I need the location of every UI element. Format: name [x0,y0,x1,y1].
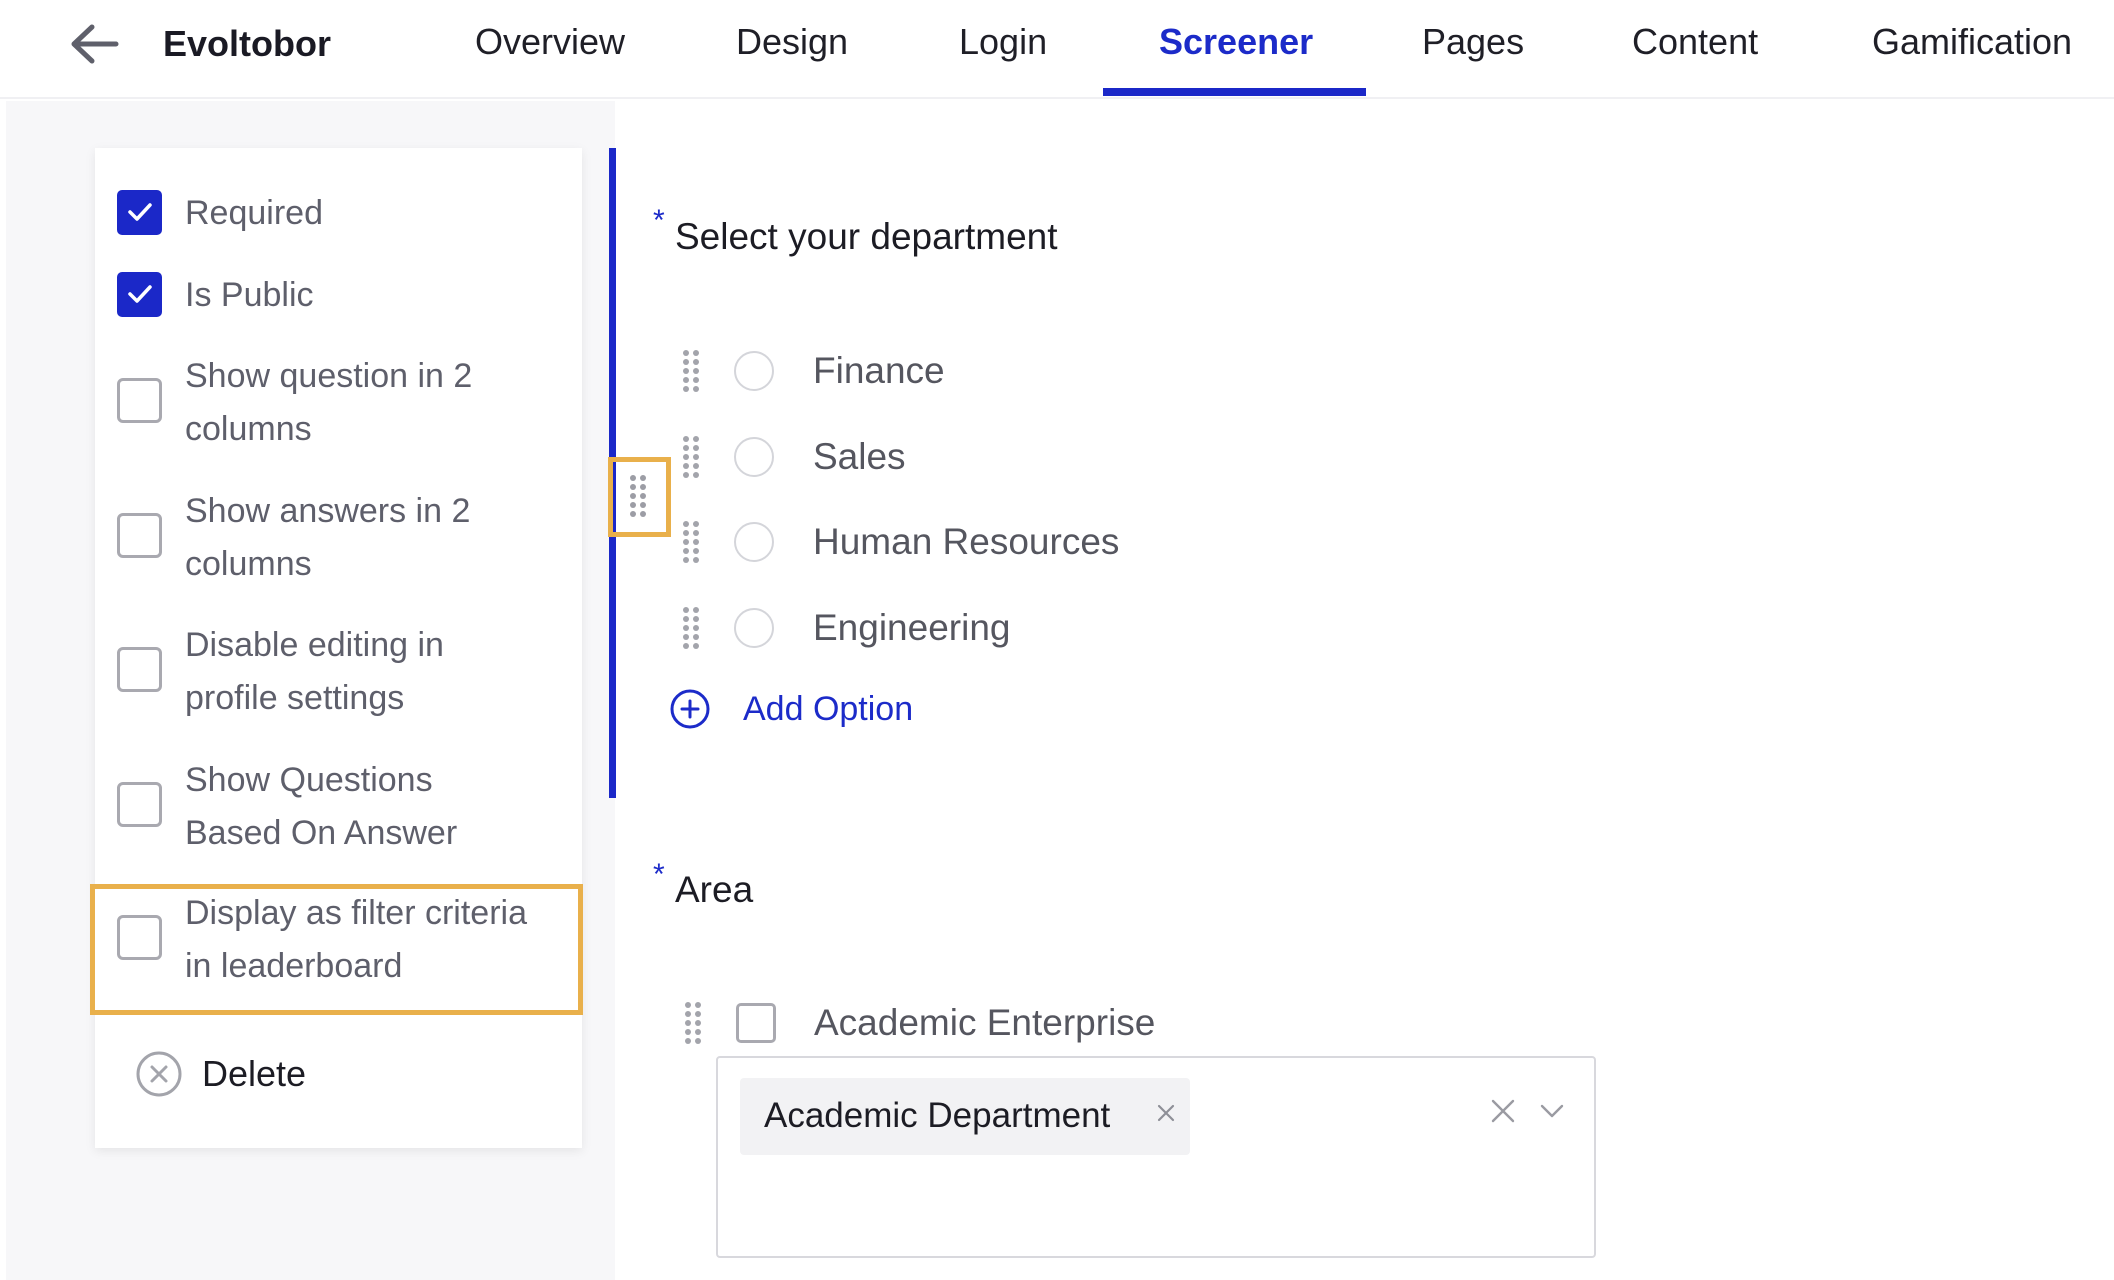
checkmark-icon [128,203,152,221]
setting-label: Required [185,194,323,232]
required-marker: * [653,858,665,891]
tab-screener[interactable]: Screener [1159,20,1313,64]
drag-handle-icon [683,607,699,649]
setting-label-line1: Show question in 2 [185,357,473,395]
setting-label-line2: in leaderboard [185,947,403,985]
tab-gamification[interactable]: Gamification [1872,20,2072,64]
app-title: Evoltobor [163,23,331,64]
add-option-button[interactable]: Add Option [669,686,929,734]
option-label[interactable]: Finance [813,348,945,394]
tag-remove-icon[interactable] [1154,1098,1178,1128]
option-checkbox[interactable] [736,1003,776,1043]
active-tab-indicator [1103,88,1366,96]
setting-leaderboard-filter[interactable]: Display as filter criteria in leaderboar… [95,886,582,994]
tab-overview[interactable]: Overview [475,20,625,64]
setting-label-line2: profile settings [185,679,405,717]
required-checkbox[interactable] [117,190,162,235]
setting-label-line1: Show answers in 2 [185,492,471,530]
setting-label-line2: columns [185,545,312,583]
tab-pages[interactable]: Pages [1422,20,1524,64]
drag-handle-icon [683,521,699,563]
drag-handle-icon [630,475,646,517]
add-option-label: Add Option [743,690,914,728]
is-public-checkbox[interactable] [117,272,162,317]
setting-is-public[interactable]: Is Public [95,268,582,322]
question-drag-handle[interactable] [627,473,649,519]
option-radio[interactable] [734,351,774,391]
setting-answers-2-columns[interactable]: Show answers in 2 columns [95,484,582,592]
option-label[interactable]: Sales [813,434,906,480]
setting-required[interactable]: Required [95,186,582,240]
question-title[interactable]: Select your department [675,214,1058,260]
chevron-down-icon[interactable] [1540,1102,1564,1120]
answers-2-columns-checkbox[interactable] [117,513,162,558]
option-label[interactable]: Human Resources [813,519,1119,565]
setting-show-questions-based-on-answer[interactable]: Show Questions Based On Answer [95,753,582,861]
arrow-left-icon [71,24,119,64]
delete-question-button[interactable]: Delete [135,1045,435,1105]
plus-circle-icon [670,689,710,729]
checkmark-icon [128,285,152,303]
drag-handle-icon [685,1002,701,1044]
active-question-indicator [609,148,616,798]
option-drag-handle[interactable] [680,605,702,651]
setting-question-2-columns[interactable]: Show question in 2 columns [95,349,582,457]
drag-handle-icon [683,350,699,392]
question-2-columns-checkbox[interactable] [117,378,162,423]
delete-label: Delete [202,1053,307,1094]
tab-login[interactable]: Login [959,20,1047,64]
disable-editing-checkbox[interactable] [117,647,162,692]
linked-multi-select[interactable]: Academic Department [716,1056,1596,1258]
question-title[interactable]: Area [675,867,753,913]
clear-selection-icon[interactable] [1490,1098,1516,1124]
option-radio[interactable] [734,437,774,477]
close-circle-icon [136,1051,182,1097]
setting-label-line2: columns [185,410,312,448]
setting-label-line2: Based On Answer [185,814,458,852]
back-button[interactable] [70,22,122,66]
setting-label-line1: Display as filter criteria [185,894,527,932]
drag-handle-icon [683,436,699,478]
option-label[interactable]: Engineering [813,605,1010,651]
option-drag-handle[interactable] [680,519,702,565]
tab-design[interactable]: Design [736,20,848,64]
setting-disable-editing[interactable]: Disable editing in profile settings [95,618,582,726]
selected-tag: Academic Department [740,1078,1190,1155]
option-drag-handle[interactable] [680,348,702,394]
top-nav-bar: Evoltobor Overview Design Login Screener… [0,0,2114,99]
setting-label-line1: Disable editing in [185,626,444,664]
tag-label: Academic Department [764,1096,1111,1135]
option-radio[interactable] [734,608,774,648]
show-questions-based-checkbox[interactable] [117,782,162,827]
option-label[interactable]: Academic Enterprise [814,1000,1155,1046]
setting-label: Is Public [185,276,314,314]
leaderboard-filter-checkbox[interactable] [117,915,162,960]
option-drag-handle[interactable] [680,434,702,480]
question-settings-card: Required Is Public Show question in 2 co… [95,148,582,1148]
required-marker: * [653,204,665,237]
option-drag-handle[interactable] [682,1000,704,1046]
tab-content[interactable]: Content [1632,20,1758,64]
setting-label-line1: Show Questions [185,761,433,799]
option-radio[interactable] [734,522,774,562]
